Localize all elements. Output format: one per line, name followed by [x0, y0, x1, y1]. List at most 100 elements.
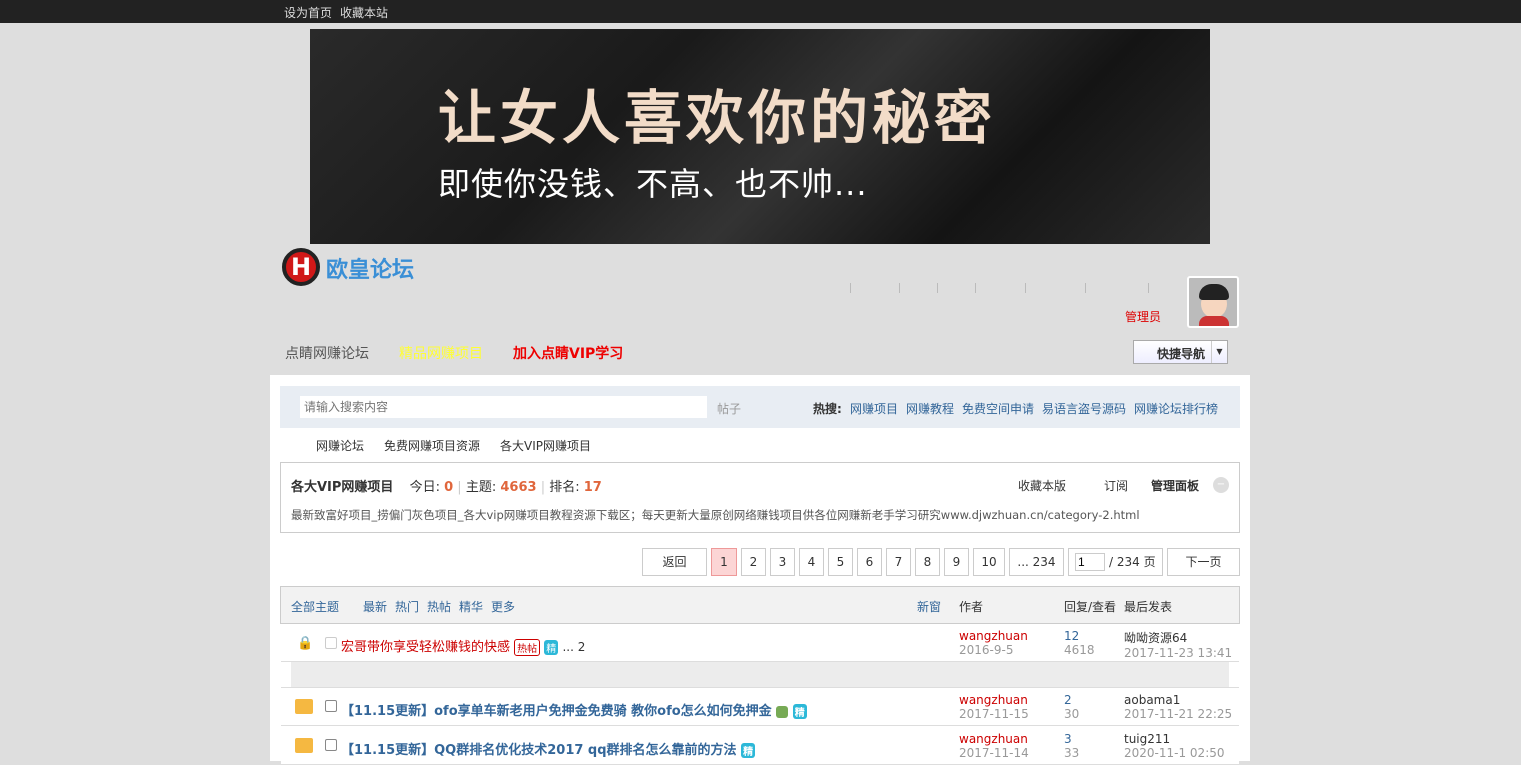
reply-count: 3: [1064, 732, 1072, 746]
thread-checkbox[interactable]: [325, 637, 337, 649]
topics-count: 4663: [500, 480, 537, 495]
bookmark-site-link[interactable]: 收藏本站: [340, 4, 388, 21]
thread-title[interactable]: 【11.15更新】QQ群排名优化技术2017 qq群排名怎么靠前的方法: [341, 743, 737, 758]
filter-digest[interactable]: 精华: [459, 598, 483, 615]
author-header: 作者: [959, 600, 984, 614]
last-post-time[interactable]: 2017-11-21 22:25: [1124, 707, 1232, 721]
author-name[interactable]: wangzhuan: [959, 629, 1028, 643]
back-button[interactable]: 返回: [642, 548, 707, 576]
banner-headline: 让女人喜欢你的秘密: [438, 84, 997, 152]
hot-search-link[interactable]: 易语言盗号源码: [1042, 400, 1126, 417]
filter-hot[interactable]: 热门: [395, 598, 419, 615]
digest-badge: 精: [544, 640, 559, 655]
today-label: 今日:: [409, 480, 440, 495]
new-window-toggle[interactable]: 新窗: [917, 598, 941, 615]
hot-search-link[interactable]: 免费空间申请: [962, 400, 1034, 417]
avatar[interactable]: [1187, 276, 1239, 328]
page-button[interactable]: 2: [741, 548, 766, 576]
author-name[interactable]: wangzhuan: [959, 732, 1029, 746]
digest-badge: 精: [741, 743, 756, 758]
last-poster[interactable]: tuig211: [1124, 732, 1225, 746]
lock-icon: 🔒: [297, 636, 314, 651]
page-jump-input[interactable]: [1075, 553, 1105, 571]
divider: [937, 283, 938, 293]
table-row[interactable]: 【11.15更新】ofo享单车新老用户免押金免费骑 教你ofo怎么如何免押金 精…: [281, 688, 1239, 726]
last-poster[interactable]: 呦呦资源64: [1124, 629, 1232, 646]
page-button[interactable]: 10: [973, 548, 1005, 576]
thread-title[interactable]: 【11.15更新】ofo享单车新老用户免押金免费骑 教你ofo怎么如何免押金: [341, 704, 772, 719]
table-row[interactable]: 【11.15更新】QQ群排名优化技术2017 qq群排名怎么靠前的方法 精 wa…: [281, 727, 1239, 765]
breadcrumb-item[interactable]: 免费网赚项目资源: [384, 437, 480, 454]
today-count: 0: [444, 480, 454, 495]
nav-item-forum-home[interactable]: 点睛网赚论坛: [285, 343, 369, 363]
subscribe-link[interactable]: 订阅: [1104, 477, 1128, 494]
banner-ad[interactable]: 让女人喜欢你的秘密 即使你没钱、不高、也不帅...: [310, 29, 1210, 244]
set-homepage-link[interactable]: 设为首页: [284, 4, 332, 21]
collapse-icon[interactable]: −: [1213, 477, 1229, 493]
last-post-time[interactable]: 2020-11-1 02:50: [1124, 746, 1225, 760]
filter-hot-posts[interactable]: 热帖: [427, 598, 451, 615]
view-count: 4618: [1064, 643, 1095, 657]
user-role-link[interactable]: 管理员: [1125, 308, 1161, 325]
breadcrumb-item[interactable]: 网赚论坛: [316, 437, 364, 454]
image-attachment-icon: [776, 705, 789, 718]
divider: [1148, 283, 1149, 293]
page-button-current[interactable]: 1: [711, 548, 737, 576]
hot-badge: 热帖: [514, 639, 541, 656]
author-name[interactable]: wangzhuan: [959, 693, 1029, 707]
top-bar: 设为首页 收藏本站: [0, 0, 1521, 23]
page-button[interactable]: 7: [886, 548, 911, 576]
thread-checkbox[interactable]: [325, 700, 337, 712]
logo-mark-icon: H: [282, 248, 320, 286]
filter-latest[interactable]: 最新: [363, 598, 387, 615]
hot-search-link[interactable]: 网赚论坛排行榜: [1134, 400, 1218, 417]
banner-subline: 即使你没钱、不高、也不帅...: [438, 165, 868, 203]
digest-badge: 精: [792, 704, 807, 719]
quick-nav-button[interactable]: 快捷导航 ▼: [1133, 340, 1228, 364]
view-count: 30: [1064, 707, 1080, 721]
thread-checkbox[interactable]: [325, 739, 337, 751]
favorite-forum-link[interactable]: 收藏本版: [1018, 477, 1066, 494]
rank-label: 排名:: [549, 480, 580, 495]
page-button[interactable]: 3: [770, 548, 795, 576]
page-button[interactable]: 4: [799, 548, 824, 576]
page-button[interactable]: 5: [828, 548, 853, 576]
site-logo[interactable]: H 欧皇论坛: [280, 246, 430, 288]
search-type-select[interactable]: 帖子: [717, 400, 741, 417]
page-button[interactable]: 6: [857, 548, 882, 576]
divider: [899, 283, 900, 293]
hot-search-link[interactable]: 网赚项目: [850, 400, 898, 417]
post-date: 2017-11-14: [959, 746, 1029, 760]
divider: [1025, 283, 1026, 293]
folder-icon: [295, 738, 313, 753]
page-button[interactable]: 9: [944, 548, 969, 576]
last-post-header: 最后发表: [1124, 600, 1173, 614]
page-button[interactable]: 8: [915, 548, 940, 576]
nav-item-join-vip[interactable]: 加入点睛VIP学习: [513, 343, 623, 363]
next-page-button[interactable]: 下一页: [1167, 548, 1240, 576]
thread-pages-link[interactable]: ... 2: [562, 640, 585, 654]
topics-label: 主题:: [465, 480, 497, 495]
thread-title[interactable]: 宏哥带你享受轻松赚钱的快感: [341, 640, 510, 655]
rank-value: 17: [583, 480, 602, 495]
post-date: 2016-9-5: [959, 643, 1014, 657]
search-input[interactable]: [300, 396, 707, 418]
forum-description: 最新致富好项目_捞偏门灰色项目_各大vip网赚项目教程资源下载区；每天更新大量原…: [291, 508, 1140, 522]
forum-info-box: 各大VIP网赚项目 今日: 0 | 主题: 4663 | 排名: 17 收藏本版…: [280, 462, 1240, 533]
filter-all[interactable]: 全部主题: [291, 598, 339, 615]
last-post-time[interactable]: 2017-11-23 13:41: [1124, 646, 1232, 660]
admin-panel-link[interactable]: 管理面板: [1151, 477, 1199, 494]
chevron-down-icon: ▼: [1211, 341, 1227, 363]
divider: [1085, 283, 1086, 293]
filter-more[interactable]: 更多: [491, 598, 515, 615]
hot-search-link[interactable]: 网赚教程: [906, 400, 954, 417]
last-poster[interactable]: aobama1: [1124, 693, 1232, 707]
view-count: 33: [1064, 746, 1080, 760]
page-button-last[interactable]: ... 234: [1009, 548, 1064, 576]
breadcrumb-item[interactable]: 各大VIP网赚项目: [500, 437, 591, 454]
post-date: 2017-11-15: [959, 707, 1029, 721]
nav-item-premium-projects[interactable]: 精品网赚项目: [399, 343, 483, 363]
page-jump: / 234 页: [1068, 548, 1163, 576]
separator-row: [281, 662, 1239, 688]
table-row[interactable]: 🔒 宏哥带你享受轻松赚钱的快感 热帖 精 ... 2 wangzhuan 2016…: [281, 624, 1239, 662]
